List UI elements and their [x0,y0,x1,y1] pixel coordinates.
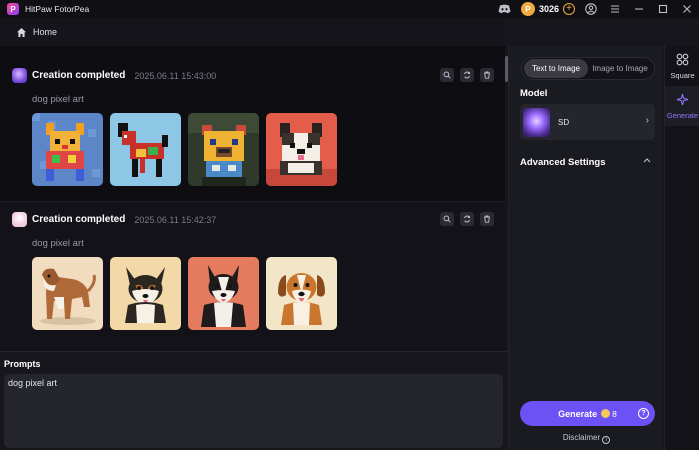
maximize-icon[interactable] [651,0,675,18]
add-credits-icon[interactable]: + [563,3,575,15]
discord-icon[interactable] [493,0,517,18]
generate-cost: 8 [612,408,617,419]
help-icon[interactable]: ? [638,408,649,419]
app-logo: P [7,3,19,15]
chevron-right-icon: › [645,115,649,126]
tab-text-to-image[interactable]: Text to Image [524,59,588,78]
delete-icon[interactable] [480,68,494,82]
result-image[interactable] [32,257,103,330]
tab-image-to-image[interactable]: Image to Image [588,59,652,78]
model-label: Model [520,88,548,99]
result-image[interactable] [110,257,181,330]
card-timestamp: 2025.06.11 15:42:37 [134,214,217,225]
card-prompt: dog pixel art [32,94,84,105]
model-selector[interactable]: SD › [520,104,655,140]
card-prompt: dog pixel art [32,238,84,249]
generate-button[interactable]: Generate 8 ? [520,401,655,426]
sparkle-icon [676,93,689,109]
result-image[interactable] [188,113,259,186]
zoom-icon[interactable] [440,212,454,226]
result-image[interactable] [110,113,181,186]
card-title: Creation completed [32,70,126,81]
prompt-input[interactable]: dog pixel art [4,374,503,448]
menu-icon[interactable] [603,0,627,18]
title-bar: P HitPaw FotorPea P 3026 + [0,0,699,18]
result-image[interactable] [188,257,259,330]
info-icon: i [602,436,611,444]
disclaimer-label: Disclaimer [562,433,601,442]
regenerate-icon[interactable] [460,212,474,226]
result-image[interactable] [266,113,337,186]
coin-icon [601,409,611,418]
model-name: SD [558,117,570,127]
chevron-up-icon[interactable] [643,156,651,165]
prompts-label: Prompts [4,359,41,369]
home-icon[interactable] [16,26,28,38]
rail-item-square[interactable]: Square [665,46,699,86]
result-image[interactable] [266,257,337,330]
creation-feed: Creation completed 2025.06.11 15:43:00 d… [0,46,508,351]
result-image[interactable] [32,113,103,186]
generate-label: Generate [558,408,598,419]
square-grid-icon [676,53,689,69]
rail-label: Generate [666,110,699,120]
model-thumbnail [523,107,550,137]
close-icon[interactable] [675,0,699,18]
zoom-icon[interactable] [440,68,454,82]
app-name: HitPaw FotorPea [25,4,90,14]
rail-item-generate[interactable]: Generate [665,86,699,126]
credits-balance: 3026 [538,4,559,14]
card-timestamp: 2025.06.11 15:43:00 [134,70,217,81]
mode-toggle: Text to Image Image to Image [521,57,655,80]
avatar [12,68,27,83]
coin-icon: P [520,2,535,16]
creation-card: Creation completed 2025.06.11 15:43:00 d… [0,58,506,201]
settings-panel: Text to Image Image to Image Model SD › … [508,46,663,450]
creation-card: Creation completed 2025.06.11 15:42:37 d… [0,201,506,351]
card-title: Creation completed [32,214,126,225]
regenerate-icon[interactable] [460,68,474,82]
avatar [12,212,27,227]
breadcrumb: Home [0,18,508,46]
side-rail: Square Generate [664,46,699,450]
delete-icon[interactable] [480,212,494,226]
disclaimer-link[interactable]: Disclaimer i [509,433,664,444]
prompts-section: Prompts dog pixel art [0,351,508,450]
rail-label: Square [670,70,695,80]
minimize-icon[interactable] [627,0,651,18]
advanced-settings-label[interactable]: Advanced Settings [520,157,606,168]
user-icon[interactable] [579,0,603,18]
credits-pill: P 3026 + [520,2,575,16]
home-link[interactable]: Home [33,27,57,37]
